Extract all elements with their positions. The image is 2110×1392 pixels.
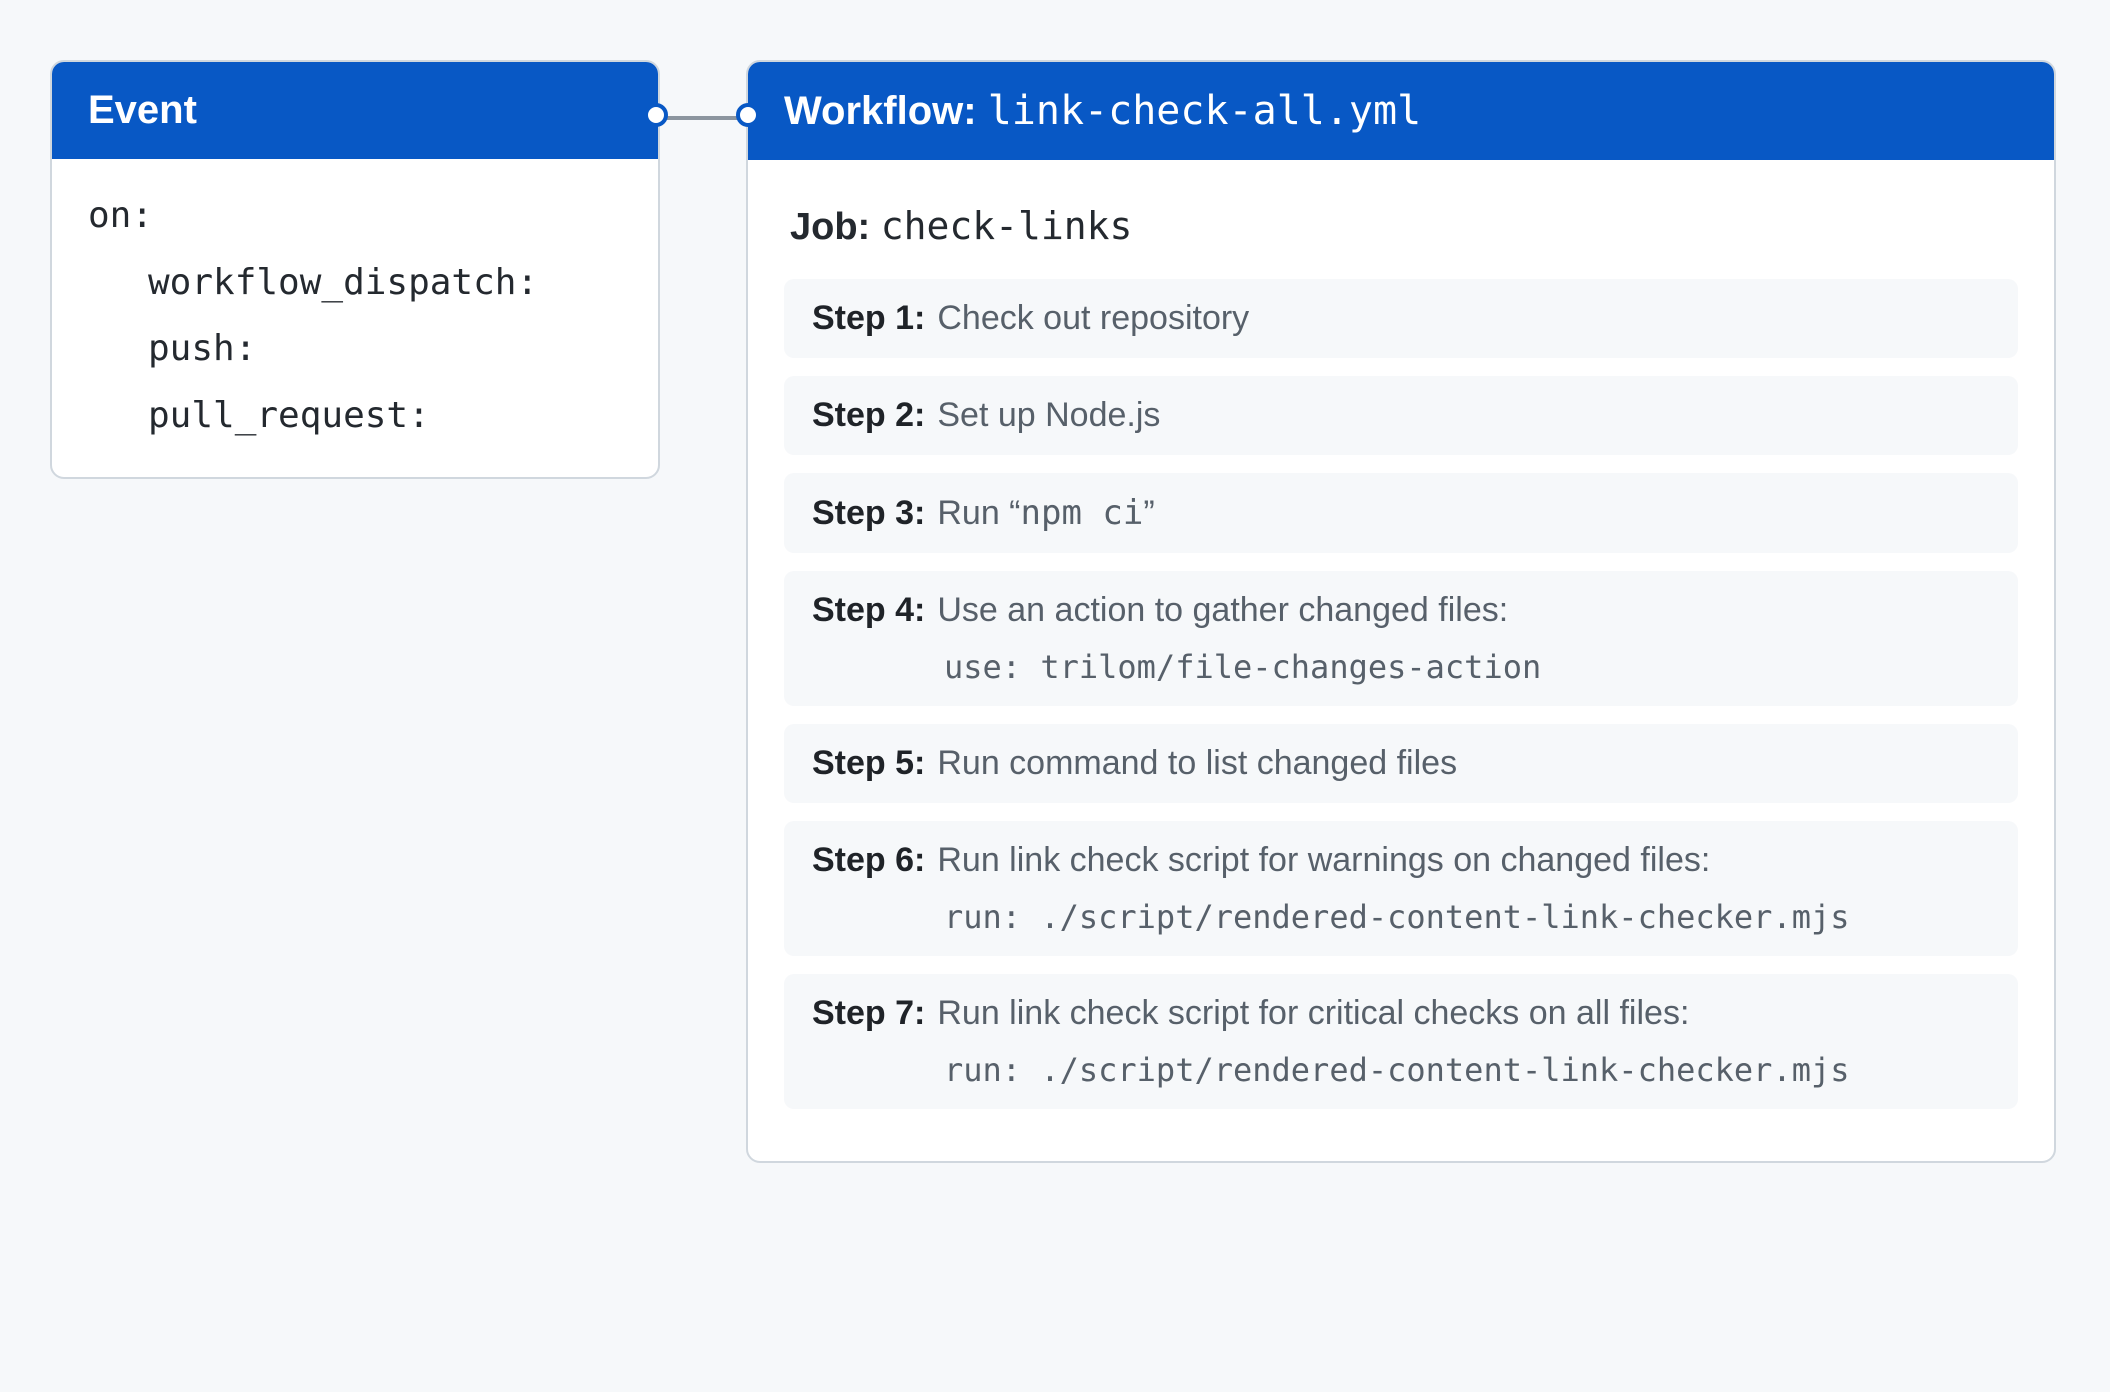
step-label: Step 2: [812,396,925,434]
step-code: npm ci [1021,493,1144,533]
workflow-step: Step 6: Run link check script for warning… [784,821,2018,956]
step-description: Set up Node.js [937,396,1160,434]
workflow-step: Step 4: Use an action to gather changed f… [784,571,2018,706]
workflow-filename: link-check-all.yml [988,88,1421,134]
event-trigger: push: [88,316,636,383]
workflow-title-label: Workflow: [784,89,977,133]
connector-dot-left [644,103,668,127]
event-card-body: on: workflow_dispatch: push: pull_reques… [52,159,658,477]
event-trigger: pull_request: [88,383,636,450]
step-label: Step 4: [812,591,925,629]
step-description: Run link check script for critical check… [937,994,1689,1032]
step-label: Step 5: [812,744,925,782]
step-description: Use an action to gather changed files: [937,591,1508,629]
step-label: Step 7: [812,994,925,1032]
job-heading: Job: check-links [790,204,2018,249]
job-name: check-links [881,204,1133,248]
workflow-card-header: Workflow: link-check-all.yml [748,62,2054,160]
step-sub: run: ./script/rendered-content-link-chec… [944,898,1990,936]
step-label: Step 3: [812,494,925,532]
step-label: Step 1: [812,299,925,337]
event-card-header: Event [52,62,658,159]
steps-list: Step 1: Check out repository Step 2: Set up… [784,279,2018,1109]
workflow-step: Step 2: Set up Node.js [784,376,2018,455]
event-trigger: workflow_dispatch: [88,250,636,317]
workflow-step: Step 7: Run link check script for critica… [784,974,2018,1109]
step-description: Check out repository [937,299,1249,337]
workflow-card: Workflow: link-check-all.yml Job: check-… [746,60,2056,1163]
event-on-key: on: [88,183,636,250]
workflow-step: Step 5: Run command to list changed files [784,724,2018,803]
step-label: Step 6: [812,841,925,879]
workflow-card-body: Job: check-links Step 1: Check out reposi… [748,160,2054,1161]
event-card: Event on: workflow_dispatch: push: pull_… [50,60,660,479]
connector-dot-right [736,103,760,127]
event-title: Event [88,88,197,132]
step-sub: run: ./script/rendered-content-link-chec… [944,1051,1990,1089]
workflow-step: Step 3: Run “npm ci” [784,473,2018,553]
step-description: Run link check script for warnings on ch… [937,841,1710,879]
step-description: Run “npm ci” [937,494,1154,532]
job-label: Job: [790,206,870,248]
step-description: Run command to list changed files [937,744,1457,782]
workflow-step: Step 1: Check out repository [784,279,2018,358]
step-sub: use: trilom/file-changes-action [944,648,1990,686]
